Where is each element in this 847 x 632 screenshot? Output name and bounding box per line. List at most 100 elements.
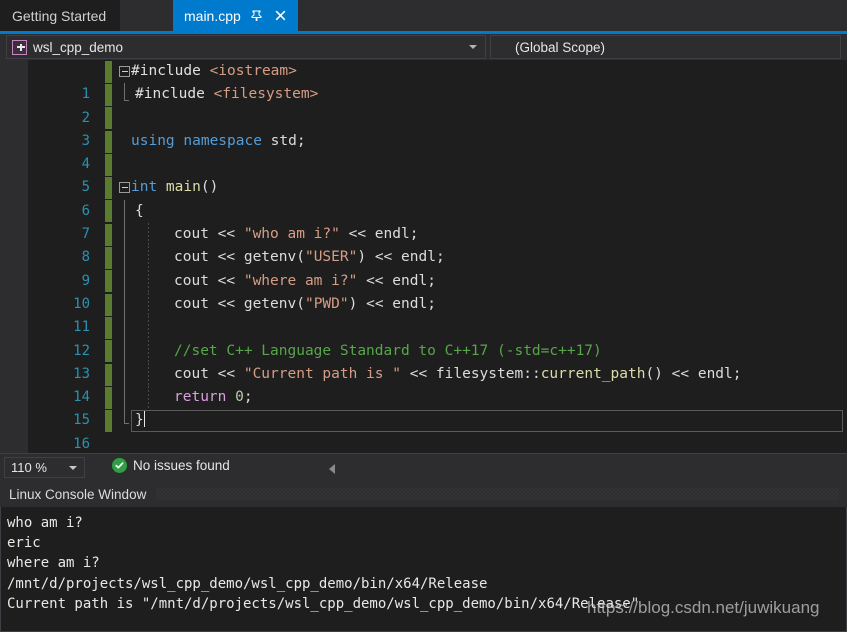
fold-guide-line [124,199,125,224]
visual-studio-window: Getting Started main.cpp wsl_cpp_demo (G… [0,0,847,632]
collapse-icon[interactable] [119,181,130,193]
pin-icon[interactable] [248,7,265,24]
operator: << [357,272,393,289]
change-bar [105,130,112,153]
console-title: Linux Console Window [9,486,147,502]
code-line: 1 #include <iostream> [0,60,847,102]
indent-guide [148,386,149,410]
punctuation: } [135,412,144,429]
close-icon[interactable] [272,7,289,24]
indent-guide [148,292,149,317]
editor-status-bar: 110 % No issues found [0,453,847,481]
punctuation: ; [409,226,419,243]
scope-operator: :: [523,365,541,382]
collapse-icon[interactable] [119,65,130,77]
navigation-bar: wsl_cpp_demo (Global Scope) [0,34,847,60]
include-path: <filesystem> [204,86,319,103]
operator: << [208,295,244,312]
console-line: who am i? [7,515,83,531]
indent-guide [148,223,149,247]
code-text: cout << "Current path is " << filesystem… [174,363,742,386]
code-text: #include <iostream> [131,60,297,83]
tab-label: main.cpp [184,7,241,24]
function-name: main [157,179,201,196]
scope-name: (Global Scope) [515,39,606,55]
code-line: 2 #include <filesystem> [0,83,847,126]
editor-tab-strip: Getting Started main.cpp [0,0,847,31]
indent-guide [148,269,149,293]
code-text: cout << getenv("USER") << endl; [174,246,445,269]
console-line: /mnt/d/projects/wsl_cpp_demo/wsl_cpp_dem… [7,575,488,592]
zoom-level-value: 110 % [11,460,47,475]
code-line: 10 cout << "where am i?" << endl; [0,269,847,312]
cpp-project-icon [12,39,27,55]
punctuation: ; [427,295,436,312]
string-literal: "USER" [304,249,358,266]
identifier: endl [392,272,428,289]
zoom-level-selector[interactable]: 110 % [4,457,85,478]
drag-grip[interactable] [156,488,839,500]
operator: << [208,272,244,289]
change-bar [105,247,112,270]
console-output[interactable]: who am i? eric where am i? /mnt/d/projec… [0,507,847,632]
chevron-down-icon[interactable] [469,45,477,49]
code-text: } [135,409,146,432]
change-bar [105,270,112,293]
issues-status[interactable]: No issues found [112,458,230,473]
chevron-down-icon[interactable] [69,465,77,470]
fold-guide-end [124,100,129,102]
console-line: where am i? [7,555,100,572]
code-line: 12 [0,316,847,359]
change-bar [105,177,112,200]
include-path: <iostream> [200,63,297,79]
fold-guide-line [124,83,125,101]
tab-getting-started[interactable]: Getting Started [0,0,121,31]
identifier: endl [401,249,436,266]
indent-guide [148,362,149,387]
fold-guide-line [124,386,125,410]
fold-guide-line [124,409,125,424]
code-line: 8 cout << "who am i?" << endl; [0,223,847,265]
code-editor[interactable]: 1 #include <iostream> 2 #include <filesy… [0,60,847,453]
punctuation: ; [732,365,742,382]
keyword: int [131,179,158,196]
current-line-highlight [131,409,843,432]
scope-selector[interactable]: (Global Scope) [490,35,841,59]
change-bar [105,340,112,363]
code-text: //set C++ Language Standard to C++17 (-s… [174,340,602,363]
tab-main-cpp[interactable]: main.cpp [173,0,298,31]
change-bar [105,363,112,386]
console-header[interactable]: Linux Console Window [0,481,847,507]
code-content[interactable]: 1 #include <iostream> 2 #include <filesy… [0,60,847,453]
code-line-current: 16 } [0,409,847,452]
punctuation: ; [296,132,306,149]
console-line: eric [7,535,41,552]
punctuation: ( [296,249,305,266]
issues-status-label: No issues found [133,458,230,473]
operator: << [366,249,402,266]
string-literal: "Current path is " [243,365,401,382]
fold-guide-line [124,269,125,293]
indent-guide [148,246,149,270]
punctuation: ; [435,249,445,266]
arrow-left-icon[interactable] [329,464,335,474]
identifier: endl [697,365,733,382]
function-name: current_path [540,365,646,382]
fold-guide-line [124,223,125,247]
preprocessor-directive: #include [131,63,201,79]
project-selector[interactable]: wsl_cpp_demo [6,35,486,59]
fold-guide-end [124,423,129,425]
operator: << [208,226,244,243]
punctuation: ; [243,389,253,406]
operator: << [339,226,375,243]
fold-guide-line [124,246,125,270]
console-line: Current path is "/mnt/d/projects/wsl_cpp… [7,595,640,612]
identifier: endl [374,226,410,243]
code-text: cout << "where am i?" << endl; [174,270,436,293]
code-line: 7 { [0,199,847,242]
change-bar [105,153,112,176]
operator: << [662,365,698,382]
punctuation: { [135,202,144,219]
code-line: 6 int main() [0,176,847,219]
indent-guide [148,316,149,340]
